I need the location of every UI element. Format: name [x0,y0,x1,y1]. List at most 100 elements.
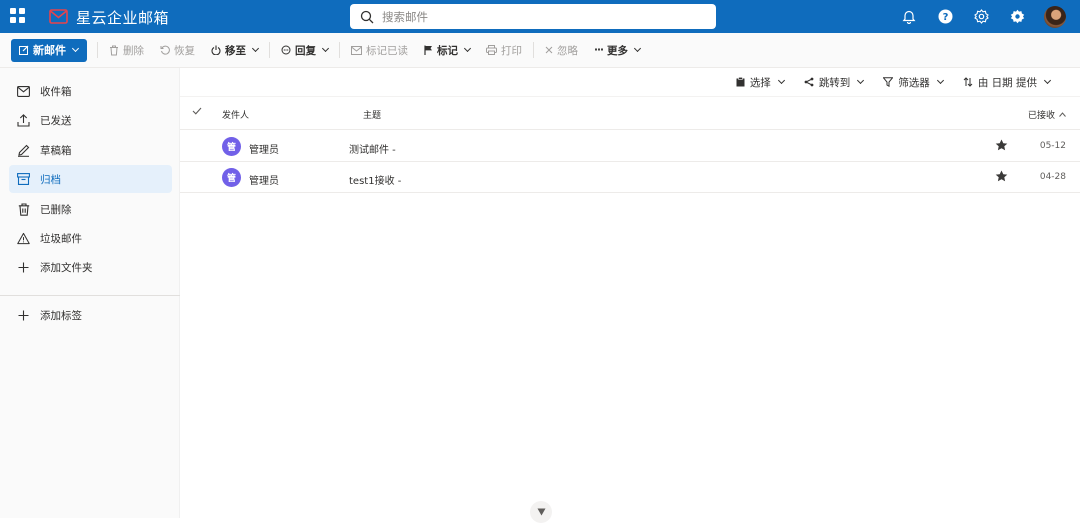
search-box[interactable] [350,4,716,29]
move-to-label: 移至 [225,44,246,57]
move-to-button[interactable]: 移至 [203,39,266,62]
column-header-from[interactable]: 发件人 [222,108,249,121]
sidebar-item-label: 草稿箱 [40,144,72,157]
bell-icon[interactable] [900,8,918,26]
divider [97,42,98,58]
divider [533,42,534,58]
plus-icon [17,261,30,274]
sender-avatar: 管 [222,168,241,187]
received-date: 04-28 [1039,172,1066,182]
print-button[interactable]: 打印 [478,39,530,62]
envelope-icon [351,45,362,55]
message-subject: test1接收 - [349,176,402,187]
mark-read-label: 标记已读 [366,44,408,57]
received-label: 已接收 [1027,111,1055,121]
compose-icon [19,45,29,55]
chevron-down-icon [251,44,260,53]
flag-button[interactable]: 标记 [416,39,478,62]
ellipsis-icon: ··· [594,44,604,56]
star-icon[interactable] [995,139,1008,151]
sidebar-item-label: 收件箱 [40,85,72,98]
app-launcher-icon[interactable] [10,8,27,25]
chat-reply-icon [281,45,291,55]
chevron-down-icon [633,44,642,53]
sort-label: 由 日期 提供 [977,76,1037,89]
flag-label: 标记 [437,44,458,57]
chevron-down-icon [321,44,330,53]
flag-icon [424,45,432,55]
inbox-icon [17,85,30,98]
view-toolbar: 选择 跳转到 筛选器 由 日期 提供 [180,68,1080,97]
column-header-subject[interactable]: 主题 [363,108,381,121]
sort-button[interactable]: 由 日期 提供 [955,75,1058,90]
select-all-check-icon[interactable] [192,107,202,115]
folder-pane: 收件箱 已发送 草稿箱 归档 已删除 垃圾邮件 添加文件夹 添加标签 [0,68,180,518]
sidebar-item-archive[interactable]: 归档 [9,165,172,193]
printer-icon [486,45,497,55]
chevron-up-icon [1059,112,1066,117]
chevron-down-icon [1043,76,1052,85]
new-mail-button[interactable]: 新邮件 [11,38,87,62]
filter-button[interactable]: 筛选器 [875,75,951,90]
settings-outline-icon[interactable] [972,8,990,26]
sidebar-item-sent[interactable]: 已发送 [9,106,172,134]
message-list-pane: 选择 跳转到 筛选器 由 日期 提供 发件人 主题 已接收 管 管理员 测试邮件… [180,68,1080,523]
svg-text:?: ? [942,12,948,23]
close-icon [545,46,553,54]
clipboard-icon [736,77,745,87]
warning-icon [17,232,30,245]
divider [0,295,180,296]
chevron-down-icon [71,44,80,53]
divider [339,42,340,58]
sidebar-item-inbox[interactable]: 收件箱 [9,77,172,105]
draft-pencil-icon [17,144,30,157]
command-bar: 新邮件 删除 恢复 移至 回复 标记已读 标记 打印 忽略 ··· 更多 [0,33,1080,68]
sender-avatar: 管 [222,137,241,156]
reply-button[interactable]: 回复 [273,39,336,62]
sidebar-item-label: 已发送 [40,114,72,127]
filter-label: 筛选器 [898,76,930,89]
column-header-received[interactable]: 已接收 [1028,108,1066,121]
delete-button[interactable]: 删除 [101,39,152,62]
add-folder-button[interactable]: 添加文件夹 [9,253,172,281]
jump-to-label: 跳转到 [818,76,851,89]
list-header: 发件人 主题 已接收 [180,97,1080,130]
more-button[interactable]: ··· 更多 [586,39,648,62]
sidebar-item-deleted[interactable]: 已删除 [9,195,172,223]
sent-icon [17,113,30,127]
mail-logo-icon [49,9,68,24]
new-mail-label: 新邮件 [33,44,66,57]
message-subject: 测试邮件 - [349,145,396,156]
table-row[interactable]: 管 管理员 测试邮件 - 05-12 [180,131,1080,162]
sidebar-item-junk[interactable]: 垃圾邮件 [9,224,172,252]
sender-name: 管理员 [249,176,279,187]
ignore-label: 忽略 [557,44,578,57]
gear-icon[interactable] [1008,8,1026,26]
more-label: 更多 [606,44,628,57]
app-title: 星云企业邮箱 [76,9,170,27]
restore-button[interactable]: 恢复 [152,39,203,62]
reply-label: 回复 [295,44,316,57]
user-avatar[interactable] [1044,5,1066,28]
add-label-button[interactable]: 添加标签 [9,301,172,329]
plus-icon [17,309,30,322]
table-row[interactable]: 管 管理员 test1接收 - 04-28 [180,162,1080,193]
caret-down-icon [537,508,545,516]
mark-read-button[interactable]: 标记已读 [343,39,416,62]
filter-icon [883,77,894,87]
received-date: 05-12 [1039,141,1066,151]
sidebar-item-drafts[interactable]: 草稿箱 [9,136,172,164]
print-label: 打印 [501,44,522,57]
scroll-down-button[interactable] [530,501,552,523]
select-button[interactable]: 选择 [728,75,792,90]
sidebar-item-label: 添加标签 [40,309,82,322]
search-input[interactable] [382,9,702,24]
sidebar-item-label: 添加文件夹 [40,261,93,274]
jump-to-button[interactable]: 跳转到 [796,75,872,90]
divider [269,42,270,58]
restore-icon [160,45,170,55]
star-icon[interactable] [995,170,1008,182]
chevron-down-icon [463,44,472,53]
help-icon[interactable]: ? [936,8,954,26]
ignore-button[interactable]: 忽略 [537,39,586,62]
